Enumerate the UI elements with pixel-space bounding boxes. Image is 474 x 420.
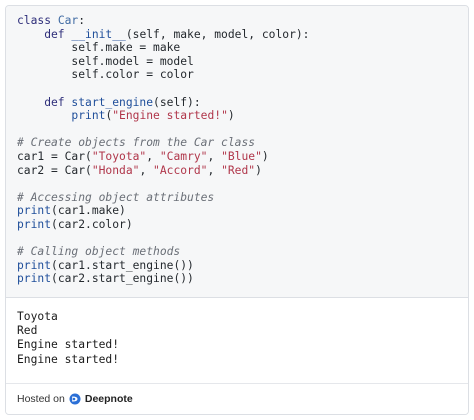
- code-token: def: [17, 95, 72, 109]
- code-line: self.color = color: [17, 68, 309, 82]
- code-line: # Accessing object attributes: [17, 191, 309, 205]
- hosted-on-link[interactable]: Hosted on Deepnote: [17, 393, 133, 405]
- code-token: self.model = model: [17, 54, 194, 68]
- code-token: ,: [207, 149, 222, 163]
- output-line: Engine started!: [17, 338, 120, 352]
- output-line: Engine started!: [17, 352, 120, 366]
- code-token: Car: [57, 14, 79, 27]
- code-token: car1 = Car(: [17, 149, 92, 163]
- code-token: ,: [146, 149, 160, 163]
- code-content: class Car: def __init__(self, make, mode…: [17, 14, 309, 286]
- code-line: # Create objects from the Car class: [17, 136, 309, 150]
- code-line: print(car1.start_engine()): [17, 259, 309, 273]
- code-line: def __init__(self, make, model, color):: [17, 28, 309, 42]
- code-token: self.color = color: [17, 68, 194, 82]
- code-line: car2 = Car("Honda", "Accord", "Red"): [17, 164, 309, 178]
- code-line: def start_engine(self):: [17, 96, 309, 110]
- hosted-on-label: Hosted on: [17, 393, 65, 405]
- code-line: print("Engine started!"): [17, 109, 309, 123]
- code-token: :: [78, 14, 86, 27]
- code-token: ,: [139, 163, 154, 177]
- code-token: (car1.start_engine()): [51, 258, 194, 272]
- code-token: "Engine started!": [112, 109, 228, 123]
- code-token: (self, make, model, color):: [125, 27, 310, 41]
- output-cell: Toyota Red Engine started! Engine started!: [6, 298, 468, 385]
- code-token: (car2.start_engine()): [51, 272, 194, 286]
- code-line: self.model = model: [17, 55, 309, 69]
- code-token: (self):: [153, 95, 201, 109]
- code-token: print: [17, 217, 52, 231]
- code-token: ): [227, 109, 235, 123]
- code-token: car2 = Car(: [17, 163, 92, 177]
- code-token: print: [17, 258, 52, 272]
- embed-footer: Hosted on Deepnote: [6, 383, 468, 414]
- code-token: (car2.color): [51, 217, 133, 231]
- code-token: ,: [207, 163, 222, 177]
- code-line: print(car1.make): [17, 204, 309, 218]
- code-token: "Honda": [91, 163, 140, 177]
- code-token: # Accessing object attributes: [17, 190, 215, 204]
- code-token: def: [17, 27, 72, 41]
- code-token: "Toyota": [91, 149, 147, 163]
- code-token: # Calling object methods: [17, 245, 181, 259]
- code-line: # Calling object methods: [17, 245, 309, 259]
- code-token: "Blue": [221, 149, 262, 163]
- code-line: car1 = Car("Toyota", "Camry", "Blue"): [17, 150, 309, 164]
- code-line: print(car2.color): [17, 218, 309, 232]
- code-token: start_engine: [71, 95, 154, 109]
- deepnote-brand: Deepnote: [84, 393, 133, 405]
- deepnote-logo-icon: [69, 393, 81, 405]
- code-token: "Accord": [153, 163, 208, 177]
- code-token: # Create objects from the Car class: [17, 136, 256, 150]
- output-content: Toyota Red Engine started! Engine started!: [17, 310, 119, 367]
- code-line: class Car:: [17, 14, 309, 28]
- code-token: "Camry": [159, 149, 208, 163]
- code-token: print: [17, 204, 52, 218]
- code-token: ): [255, 163, 262, 177]
- code-token: self.make = make: [17, 41, 181, 55]
- code-token: __init__: [71, 27, 126, 41]
- code-token: print: [17, 272, 52, 286]
- output-line: Toyota: [17, 310, 58, 323]
- code-line: self.make = make: [17, 41, 309, 55]
- notebook-embed: class Car: def __init__(self, make, mode…: [5, 5, 469, 415]
- code-line: print(car2.start_engine()): [17, 272, 309, 286]
- code-token: ): [261, 149, 269, 163]
- code-token: (car1.make): [51, 204, 126, 218]
- code-token: "Red": [221, 163, 256, 177]
- code-token: print: [71, 109, 106, 123]
- code-cell[interactable]: class Car: def __init__(self, make, mode…: [6, 6, 468, 298]
- code-token: class: [17, 14, 58, 27]
- output-line: Red: [17, 324, 38, 338]
